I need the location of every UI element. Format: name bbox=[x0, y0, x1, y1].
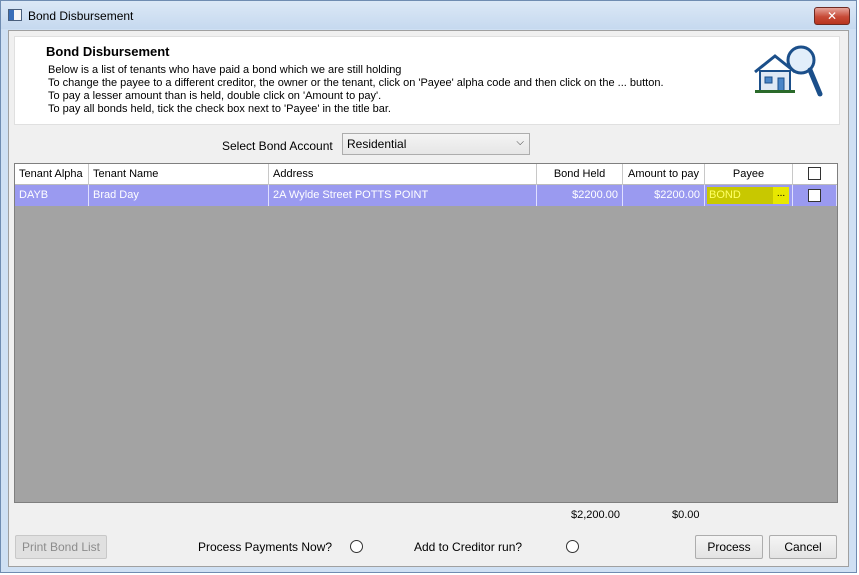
cell-amount-to-pay[interactable]: $2200.00 bbox=[623, 185, 705, 206]
cancel-button[interactable]: Cancel bbox=[769, 535, 837, 559]
window-title: Bond Disbursement bbox=[28, 9, 134, 23]
dialog-body: Bond Disbursement Below is a list of ten… bbox=[8, 30, 849, 567]
payee-lookup-button[interactable]: ... bbox=[773, 187, 789, 204]
table-row[interactable]: DAYB Brad Day 2A Wylde Street POTTS POIN… bbox=[15, 185, 837, 206]
row-checkbox[interactable] bbox=[808, 189, 821, 202]
bond-account-value: Residential bbox=[347, 137, 407, 151]
instruction-line: To change the payee to a different credi… bbox=[48, 77, 664, 89]
column-header-tenant-alpha[interactable]: Tenant Alpha bbox=[15, 164, 89, 185]
instruction-line: To pay a lesser amount than is held, dou… bbox=[48, 90, 382, 102]
instruction-line: Below is a list of tenants who have paid… bbox=[48, 64, 402, 76]
grid-header: Tenant Alpha Tenant Name Address Bond He… bbox=[15, 164, 837, 185]
bond-account-select[interactable]: Residential ⌵ bbox=[342, 133, 530, 155]
cell-tenant-alpha[interactable]: DAYB bbox=[15, 185, 89, 206]
instruction-line: To pay all bonds held, tick the check bo… bbox=[48, 103, 391, 115]
cell-bond-held[interactable]: $2200.00 bbox=[537, 185, 623, 206]
payee-code[interactable]: BOND bbox=[709, 188, 741, 203]
app-icon bbox=[8, 9, 22, 21]
column-header-tenant-name[interactable]: Tenant Name bbox=[89, 164, 269, 185]
cell-address[interactable]: 2A Wylde Street POTTS POINT bbox=[269, 185, 537, 206]
column-header-amount-to-pay[interactable]: Amount to pay bbox=[623, 164, 705, 185]
chevron-down-icon: ⌵ bbox=[516, 137, 524, 148]
print-bond-list-button[interactable]: Print Bond List bbox=[15, 535, 107, 559]
column-header-bond-held[interactable]: Bond Held bbox=[537, 164, 623, 185]
info-panel: Bond Disbursement Below is a list of ten… bbox=[14, 36, 840, 125]
panel-title: Bond Disbursement bbox=[46, 44, 170, 59]
bond-disbursement-window: Bond Disbursement ✕ Bond Disbursement Be… bbox=[0, 0, 857, 573]
bond-account-label: Select Bond Account bbox=[222, 139, 333, 153]
select-all-checkbox[interactable] bbox=[808, 167, 821, 180]
payee-editor[interactable]: BOND ... bbox=[707, 187, 789, 204]
close-button[interactable]: ✕ bbox=[814, 7, 850, 25]
process-button[interactable]: Process bbox=[695, 535, 763, 559]
house-magnifier-icon bbox=[754, 45, 823, 97]
creditor-run-radio[interactable] bbox=[566, 540, 579, 553]
column-header-payee[interactable]: Payee bbox=[705, 164, 793, 185]
total-amount-to-pay: $0.00 bbox=[672, 509, 700, 521]
column-header-address[interactable]: Address bbox=[269, 164, 537, 185]
title-bar: Bond Disbursement ✕ bbox=[1, 1, 856, 29]
process-now-radio[interactable] bbox=[350, 540, 363, 553]
total-bond-held: $2,200.00 bbox=[571, 509, 620, 521]
process-now-label: Process Payments Now? bbox=[198, 540, 333, 554]
creditor-run-label: Add to Creditor run? bbox=[414, 540, 523, 554]
cell-tenant-name[interactable]: Brad Day bbox=[89, 185, 269, 206]
bond-grid: Tenant Alpha Tenant Name Address Bond He… bbox=[14, 163, 838, 503]
